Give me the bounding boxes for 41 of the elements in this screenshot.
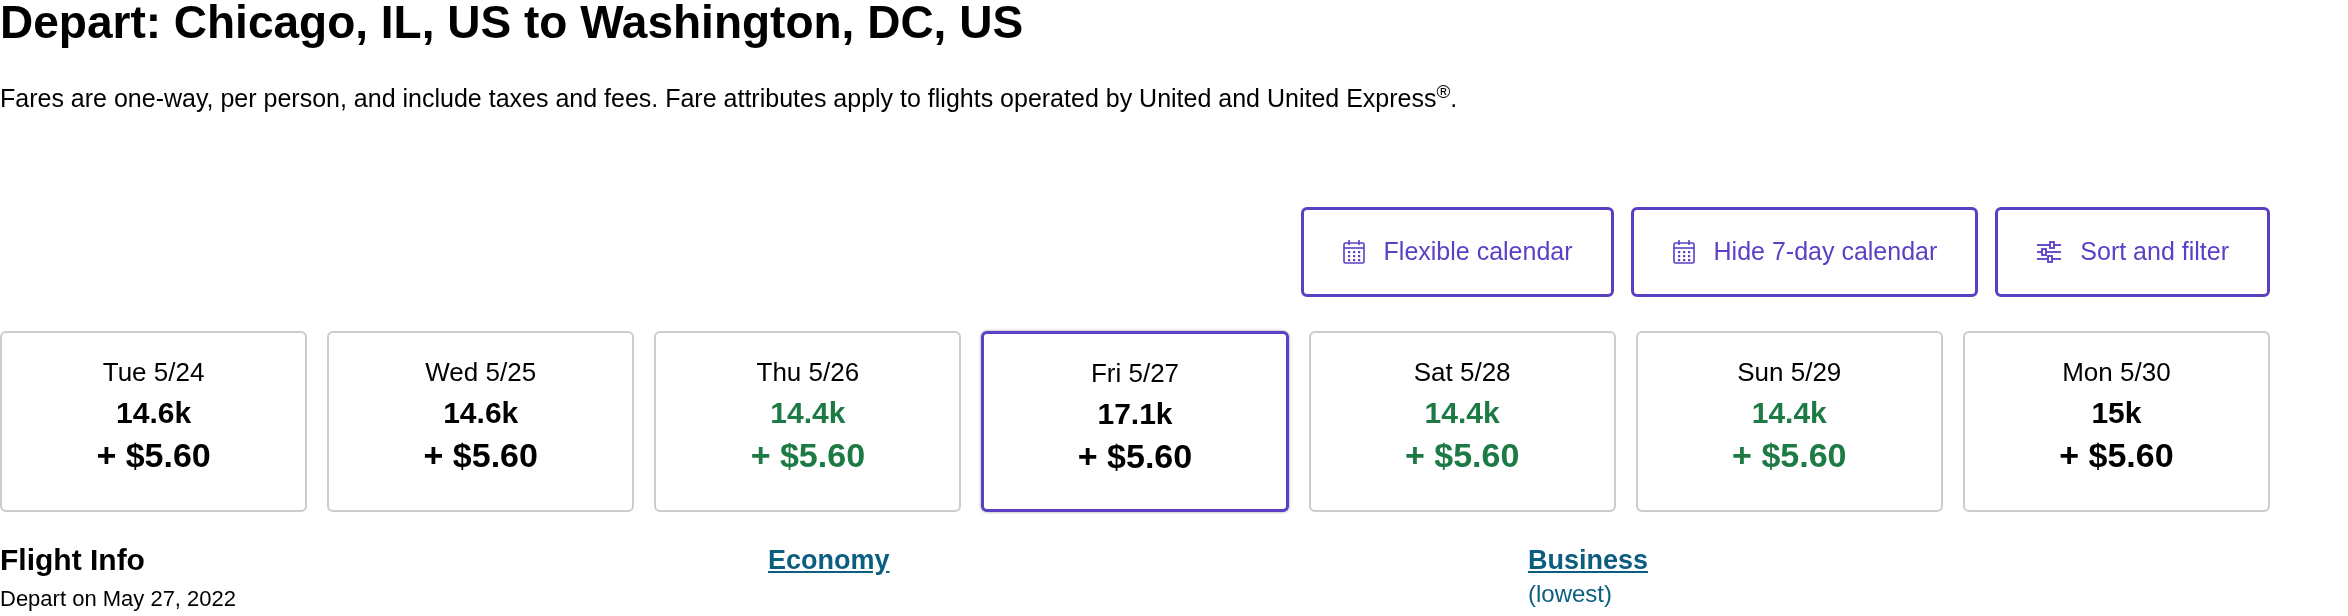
cabin-link[interactable]: Business — [1528, 542, 1649, 578]
miles-price: 14.4k — [1424, 395, 1500, 431]
date-card[interactable]: Tue 5/24 14.6k + $5.60 — [0, 331, 308, 512]
calendar-icon — [1671, 239, 1696, 265]
fare-note: Fares are one-way, per person, and include taxes and fees. Fare attributes apply to flights operated by United and United Express$^{®}$. — [0, 80, 1459, 114]
date-label: Thu 5/26 — [756, 356, 860, 389]
fee-price: + $5.60 — [1077, 436, 1193, 477]
date-label: Tue 5/24 — [102, 356, 205, 389]
date-card[interactable]: Thu 5/26 14.4k + $5.60 — [654, 331, 962, 512]
fee-price: + $5.60 — [96, 435, 211, 476]
date-card[interactable]: Fri 5/27 17.1k + $5.60 — [981, 331, 1289, 512]
date-card[interactable]: Mon 5/30 15k + $5.60 — [1962, 331, 2270, 512]
date-label: Sun 5/29 — [1737, 356, 1842, 389]
date-label: Wed 5/25 — [425, 356, 537, 389]
depart-date: Depart on May 27, 2022 — [0, 585, 237, 613]
miles-price: 15k — [2091, 395, 2142, 431]
fee-price: + $5.60 — [1732, 435, 1847, 476]
sliders-icon — [2036, 241, 2063, 263]
toolbar-button[interactable]: Sort and filter — [1995, 207, 2270, 297]
fee-price: + $5.60 — [750, 435, 866, 476]
miles-price: 17.1k — [1097, 396, 1173, 432]
fee-price: + $5.60 — [423, 435, 538, 476]
calendar-icon — [1341, 239, 1366, 265]
toolbar-button[interactable]: Hide 7-day calendar — [1630, 207, 1979, 297]
miles-price: 14.6k — [443, 395, 519, 431]
fee-price: + $5.60 — [2059, 435, 2174, 476]
date-card[interactable]: Sun 5/29 14.4k + $5.60 — [1635, 331, 1943, 512]
miles-price: 14.4k — [1751, 395, 1827, 431]
page-title: Depart: Chicago, IL, US to Washington, DC, US — [0, 0, 1024, 48]
cabin-link[interactable]: Economy — [768, 542, 890, 578]
date-label: Sat 5/28 — [1413, 356, 1511, 389]
miles-price: 14.4k — [770, 395, 846, 431]
fee-price: + $5.60 — [1404, 435, 1520, 476]
cabin-note: (lowest) — [1528, 579, 1613, 609]
section-heading: Flight Info — [0, 542, 145, 578]
date-card[interactable]: Sat 5/28 14.4k + $5.60 — [1308, 331, 1616, 512]
date-card[interactable]: Wed 5/25 14.6k + $5.60 — [327, 331, 635, 512]
date-label: Fri 5/27 — [1090, 357, 1180, 390]
date-label: Mon 5/30 — [2062, 356, 2171, 389]
toolbar-button[interactable]: Flexible calendar — [1300, 207, 1614, 297]
miles-price: 14.6k — [116, 395, 192, 431]
